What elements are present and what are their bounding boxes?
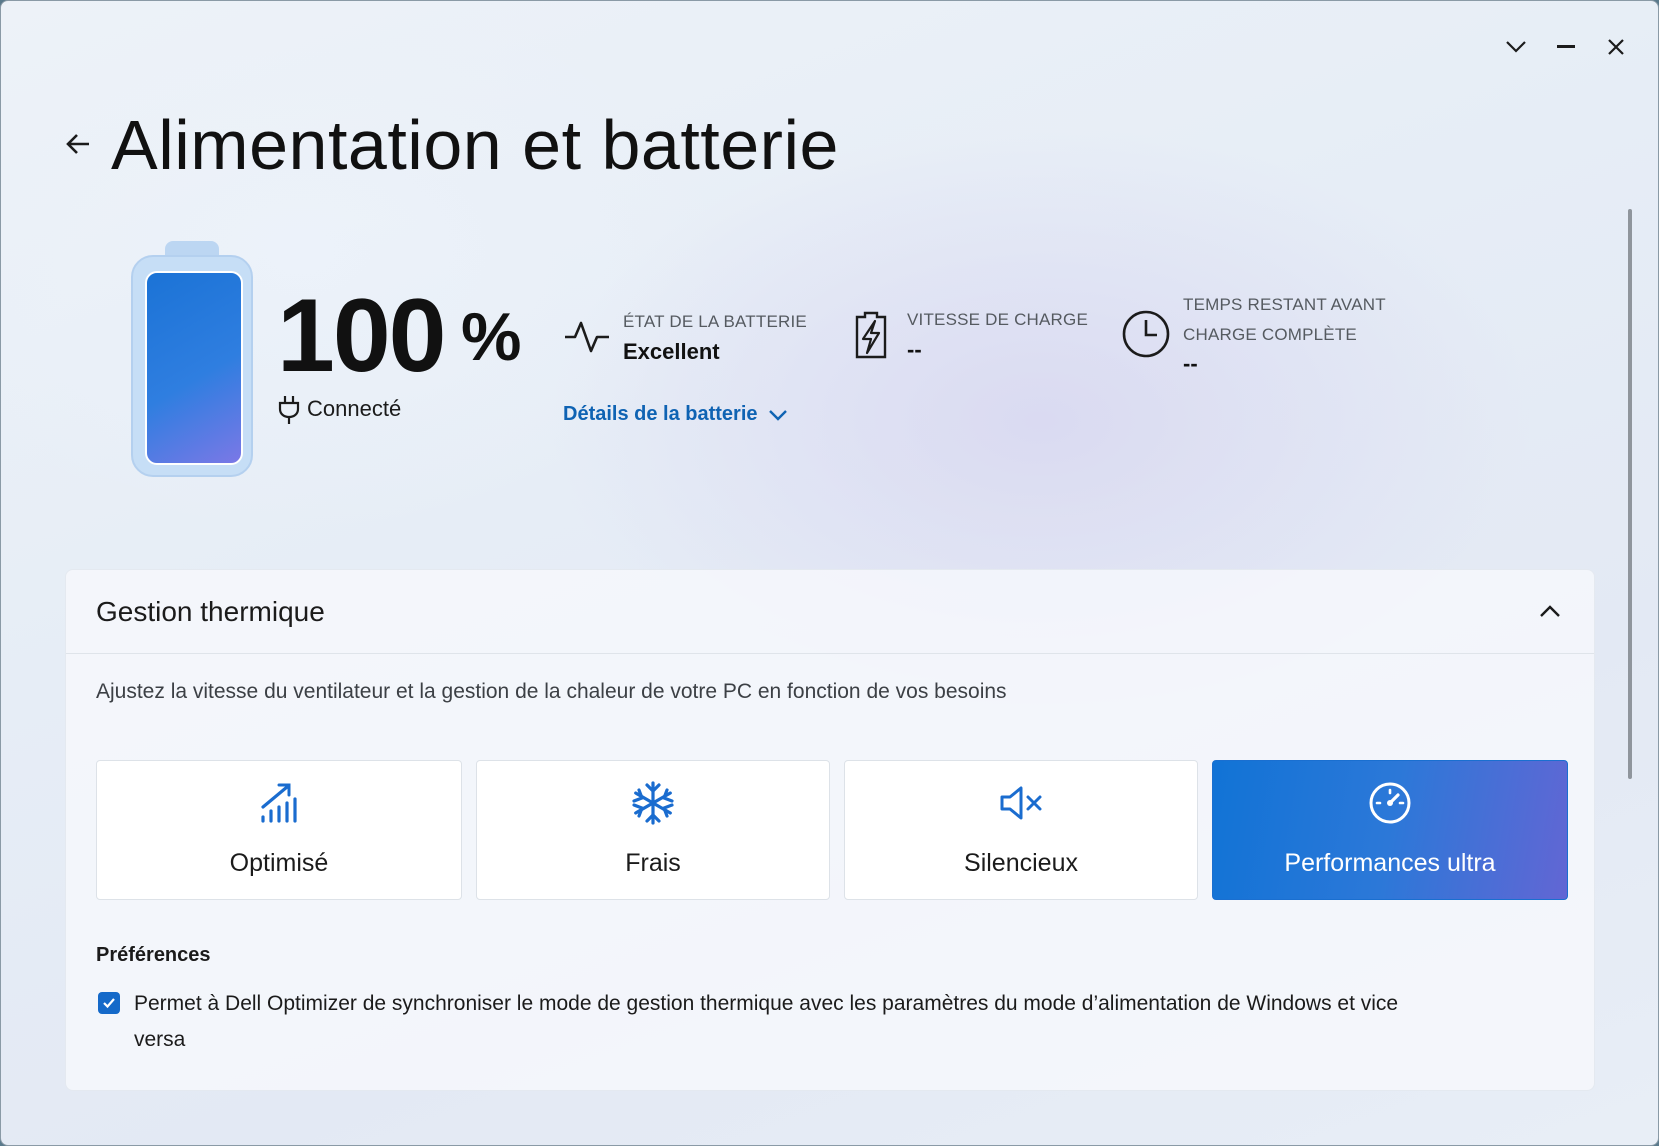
thermal-management-panel: Gestion thermique Ajustez la vitesse du …: [65, 569, 1595, 1091]
mode-label: Silencieux: [964, 849, 1078, 877]
connection-status: Connecté: [307, 396, 402, 421]
mode-ultra-performance-button[interactable]: Performances ultra: [1212, 760, 1568, 900]
scrollbar[interactable]: [1628, 209, 1632, 779]
battery-percent-value: 100: [277, 278, 447, 394]
mode-label: Frais: [625, 849, 681, 877]
sync-power-mode-label: Permet à Dell Optimizer de synchroniser …: [134, 992, 1399, 1051]
window-controls: [1502, 29, 1630, 65]
mode-label: Optimisé: [229, 849, 329, 877]
battery-details-link[interactable]: Détails de la batterie: [563, 403, 788, 426]
charge-speed-label: VITESSE DE CHARGE: [907, 310, 1088, 329]
app-window: Alimentation et batterie 100 % Connecté …: [0, 0, 1659, 1146]
arrow-left-icon[interactable]: [63, 129, 93, 159]
close-icon[interactable]: [1602, 29, 1630, 65]
time-remaining-value: --: [1183, 351, 1198, 376]
battery-details-label: Détails de la batterie: [563, 403, 758, 425]
charge-speed-value: --: [907, 337, 922, 362]
pulse-icon: [563, 311, 611, 359]
minimize-icon[interactable]: [1552, 29, 1580, 65]
speaker-mute-icon: [999, 781, 1043, 825]
checkmark-icon: [103, 998, 115, 1009]
thermal-panel-title: Gestion thermique: [96, 596, 325, 627]
thermal-panel-header[interactable]: Gestion thermique: [66, 570, 1594, 654]
time-remaining-label-line1: TEMPS RESTANT AVANT: [1183, 295, 1386, 314]
speedometer-icon: [1368, 781, 1412, 825]
plug-icon: [277, 395, 301, 425]
battery-graphic: [131, 241, 253, 477]
signal-bars-icon: [257, 781, 301, 825]
preferences-heading: Préférences: [96, 944, 211, 966]
thermal-description: Ajustez la vitesse du ventilateur et la …: [96, 680, 1007, 703]
mode-label: Performances ultra: [1284, 849, 1496, 877]
battery-charging-icon: [849, 307, 893, 361]
clock-icon: [1121, 309, 1171, 359]
thermal-mode-selector: Optimisé Frais Silencieux Performances u…: [96, 760, 1568, 900]
chevron-down-icon[interactable]: [1502, 29, 1530, 65]
mode-optimized-button[interactable]: Optimisé: [96, 760, 462, 900]
chevron-down-icon: [768, 409, 787, 421]
snowflake-icon: [631, 781, 675, 825]
health-label: ÉTAT DE LA BATTERIE: [623, 312, 807, 331]
health-value: Excellent: [623, 339, 720, 364]
battery-level-fill: [145, 271, 243, 465]
chevron-up-icon[interactable]: [1538, 600, 1562, 624]
battery-percent-unit: %: [461, 299, 522, 375]
sync-power-mode-checkbox[interactable]: [98, 992, 120, 1014]
time-remaining-label-line2: CHARGE COMPLÈTE: [1183, 325, 1357, 344]
page-title: Alimentation et batterie: [111, 106, 839, 184]
mode-cool-button[interactable]: Frais: [476, 760, 830, 900]
mode-quiet-button[interactable]: Silencieux: [844, 760, 1198, 900]
